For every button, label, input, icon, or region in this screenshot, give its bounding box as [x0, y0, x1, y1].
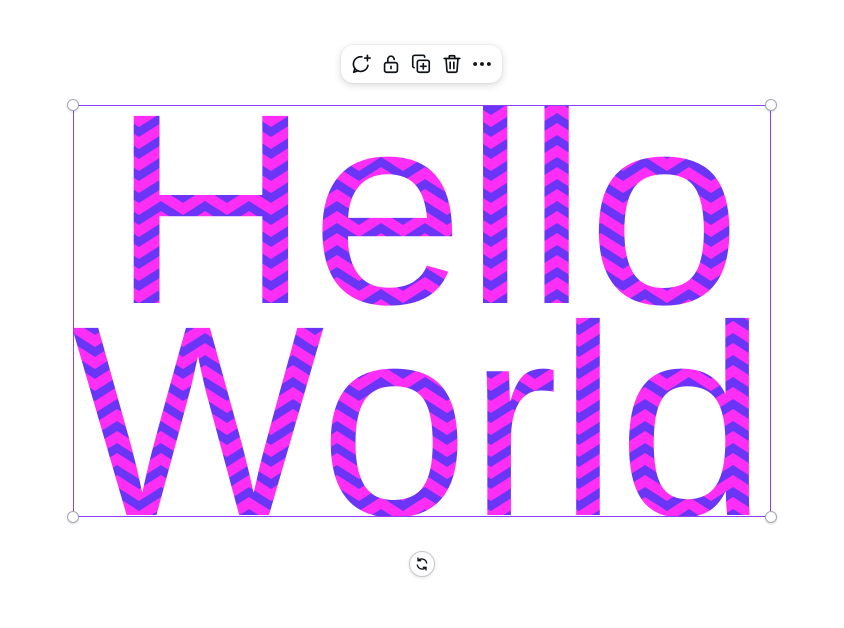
comment-plus-icon — [352, 54, 372, 74]
lock-button[interactable] — [377, 50, 405, 78]
add-comment-button[interactable] — [347, 50, 375, 78]
trash-icon — [443, 54, 461, 74]
duplicate-icon — [412, 54, 431, 74]
more-button[interactable] — [468, 50, 496, 78]
duplicate-button[interactable] — [407, 50, 435, 78]
delete-button[interactable] — [438, 50, 466, 78]
design-canvas[interactable]: Hello World — [0, 0, 844, 628]
resize-handle-bottom-right[interactable] — [765, 511, 777, 523]
more-horizontal-icon — [472, 62, 491, 66]
unlock-icon — [384, 55, 399, 74]
text-line-2: World — [73, 269, 767, 517]
resize-handle-top-left[interactable] — [67, 99, 79, 111]
rotate-icon — [416, 557, 428, 571]
text-graphic: Hello World — [73, 105, 767, 517]
text-element[interactable]: Hello World — [73, 105, 771, 517]
resize-handle-bottom-left[interactable] — [67, 511, 79, 523]
resize-handle-top-right[interactable] — [765, 99, 777, 111]
rotate-button[interactable] — [409, 551, 435, 577]
element-toolbar — [341, 45, 502, 83]
